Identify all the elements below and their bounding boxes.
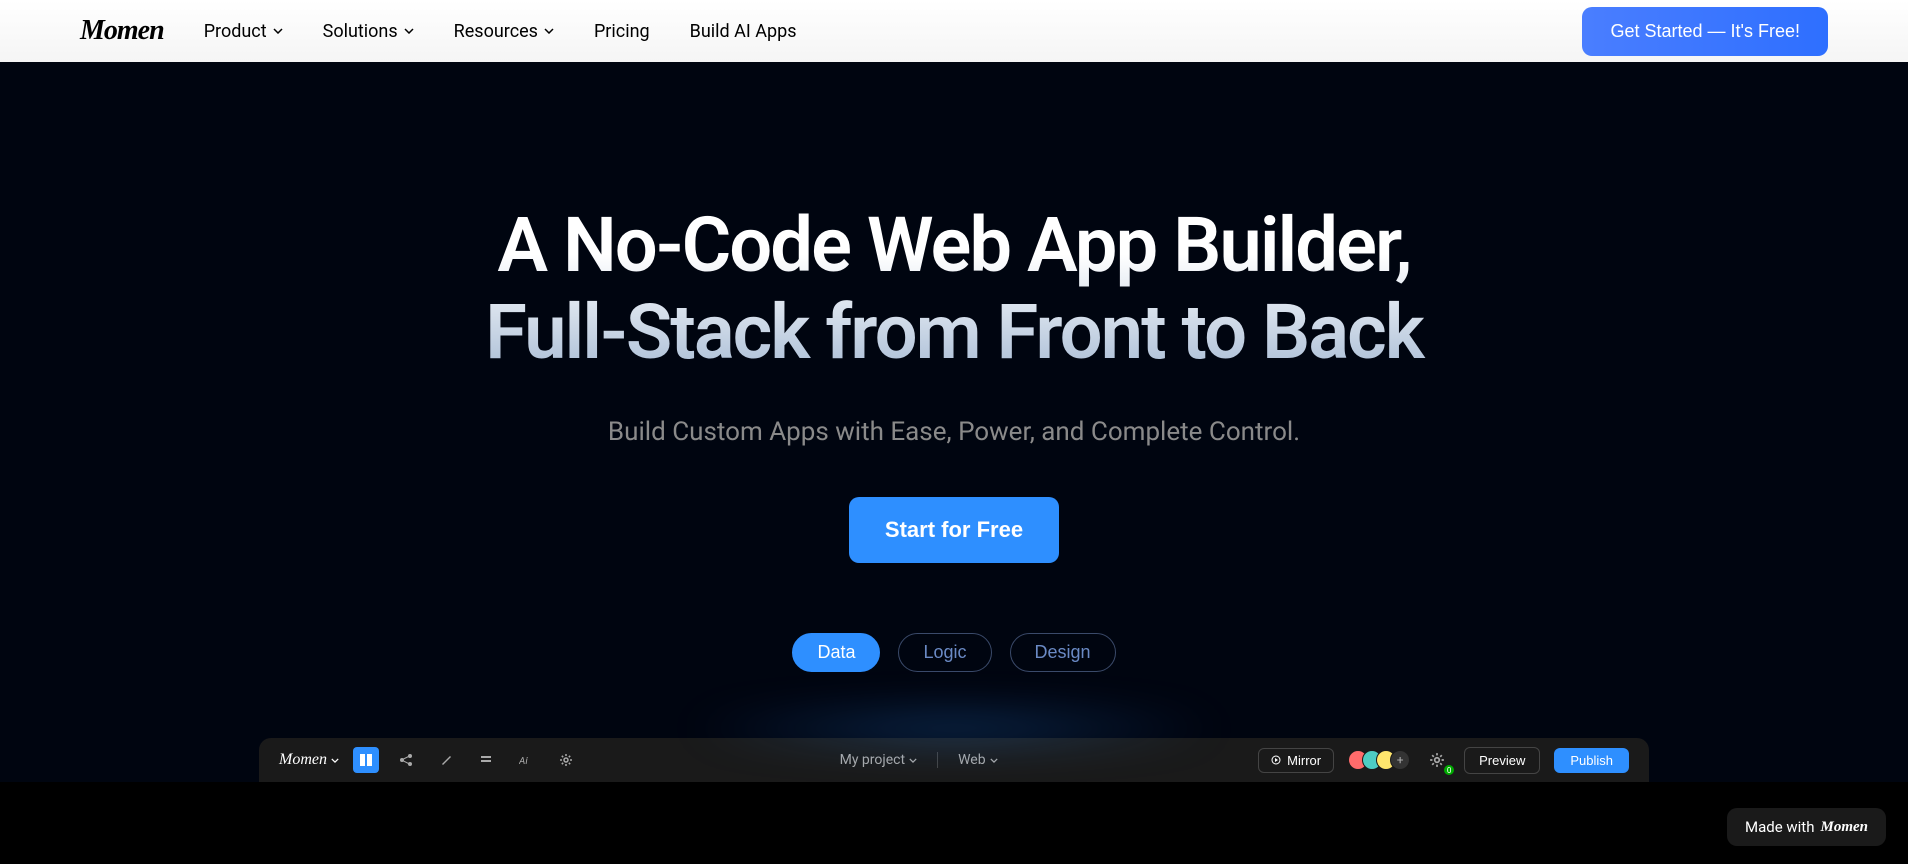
- nav-item-build-ai[interactable]: Build AI Apps: [690, 21, 797, 42]
- get-started-button[interactable]: Get Started — It's Free!: [1582, 7, 1828, 56]
- mirror-button[interactable]: Mirror: [1258, 748, 1334, 773]
- add-user-icon[interactable]: +: [1390, 750, 1410, 770]
- chevron-down-icon: [544, 28, 554, 34]
- play-icon: [1271, 755, 1281, 765]
- nav-label: Resources: [454, 21, 538, 42]
- made-with-logo: Momen: [1820, 819, 1868, 836]
- preview-button[interactable]: Preview: [1464, 747, 1540, 774]
- ai-icon[interactable]: Ai: [513, 747, 539, 773]
- logo[interactable]: Momen: [80, 15, 164, 47]
- editor-preview-bar: Momen Ai My proje: [259, 738, 1649, 782]
- nav-label: Build AI Apps: [690, 21, 797, 42]
- editor-toolbar-left: Momen Ai: [279, 747, 579, 773]
- nav-label: Pricing: [594, 21, 650, 42]
- svg-text:Ai: Ai: [519, 756, 528, 767]
- editor-toolbar-right: Mirror + 0 Preview Publish: [1258, 747, 1629, 774]
- hero-title: A No-Code Web App Builder, Full-Stack fr…: [20, 202, 1888, 377]
- editor-logo[interactable]: Momen: [279, 751, 339, 769]
- start-free-button[interactable]: Start for Free: [849, 497, 1059, 563]
- made-with-badge[interactable]: Made with Momen: [1727, 808, 1886, 846]
- tab-design[interactable]: Design: [1010, 633, 1116, 672]
- main-nav: Momen Product Solutions Resources Pricin…: [0, 0, 1908, 62]
- hero-subtitle: Build Custom Apps with Ease, Power, and …: [20, 417, 1888, 447]
- nav-item-product[interactable]: Product: [204, 21, 283, 42]
- nav-item-solutions[interactable]: Solutions: [323, 21, 414, 42]
- divider: [937, 752, 938, 768]
- settings-icon[interactable]: [553, 747, 579, 773]
- nav-items: Product Solutions Resources Pricing Buil…: [204, 21, 1583, 42]
- nav-item-resources[interactable]: Resources: [454, 21, 554, 42]
- brush-icon[interactable]: [433, 747, 459, 773]
- gear-icon[interactable]: 0: [1424, 747, 1450, 773]
- avatar-group[interactable]: +: [1348, 750, 1410, 770]
- tab-logic[interactable]: Logic: [898, 633, 991, 672]
- publish-button[interactable]: Publish: [1554, 748, 1629, 773]
- align-icon[interactable]: [473, 747, 499, 773]
- layout-icon[interactable]: [353, 747, 379, 773]
- nav-label: Solutions: [323, 21, 398, 42]
- tab-data[interactable]: Data: [792, 633, 880, 672]
- feature-tabs: Data Logic Design: [20, 633, 1888, 672]
- made-with-text: Made with: [1745, 818, 1814, 836]
- chevron-down-icon: [404, 28, 414, 34]
- hero-title-line2: Full-Stack from Front to Back: [485, 287, 1423, 377]
- mode-selector[interactable]: Web: [958, 752, 998, 768]
- share-icon[interactable]: [393, 747, 419, 773]
- hero-section: A No-Code Web App Builder, Full-Stack fr…: [0, 62, 1908, 782]
- nav-label: Product: [204, 21, 267, 42]
- chevron-down-icon: [273, 28, 283, 34]
- nav-item-pricing[interactable]: Pricing: [594, 21, 650, 42]
- editor-toolbar-center: My project Web: [579, 752, 1258, 768]
- hero-title-line1: A No-Code Web App Builder,: [497, 200, 1410, 290]
- project-selector[interactable]: My project: [840, 752, 917, 768]
- notification-badge: 0: [1444, 765, 1454, 775]
